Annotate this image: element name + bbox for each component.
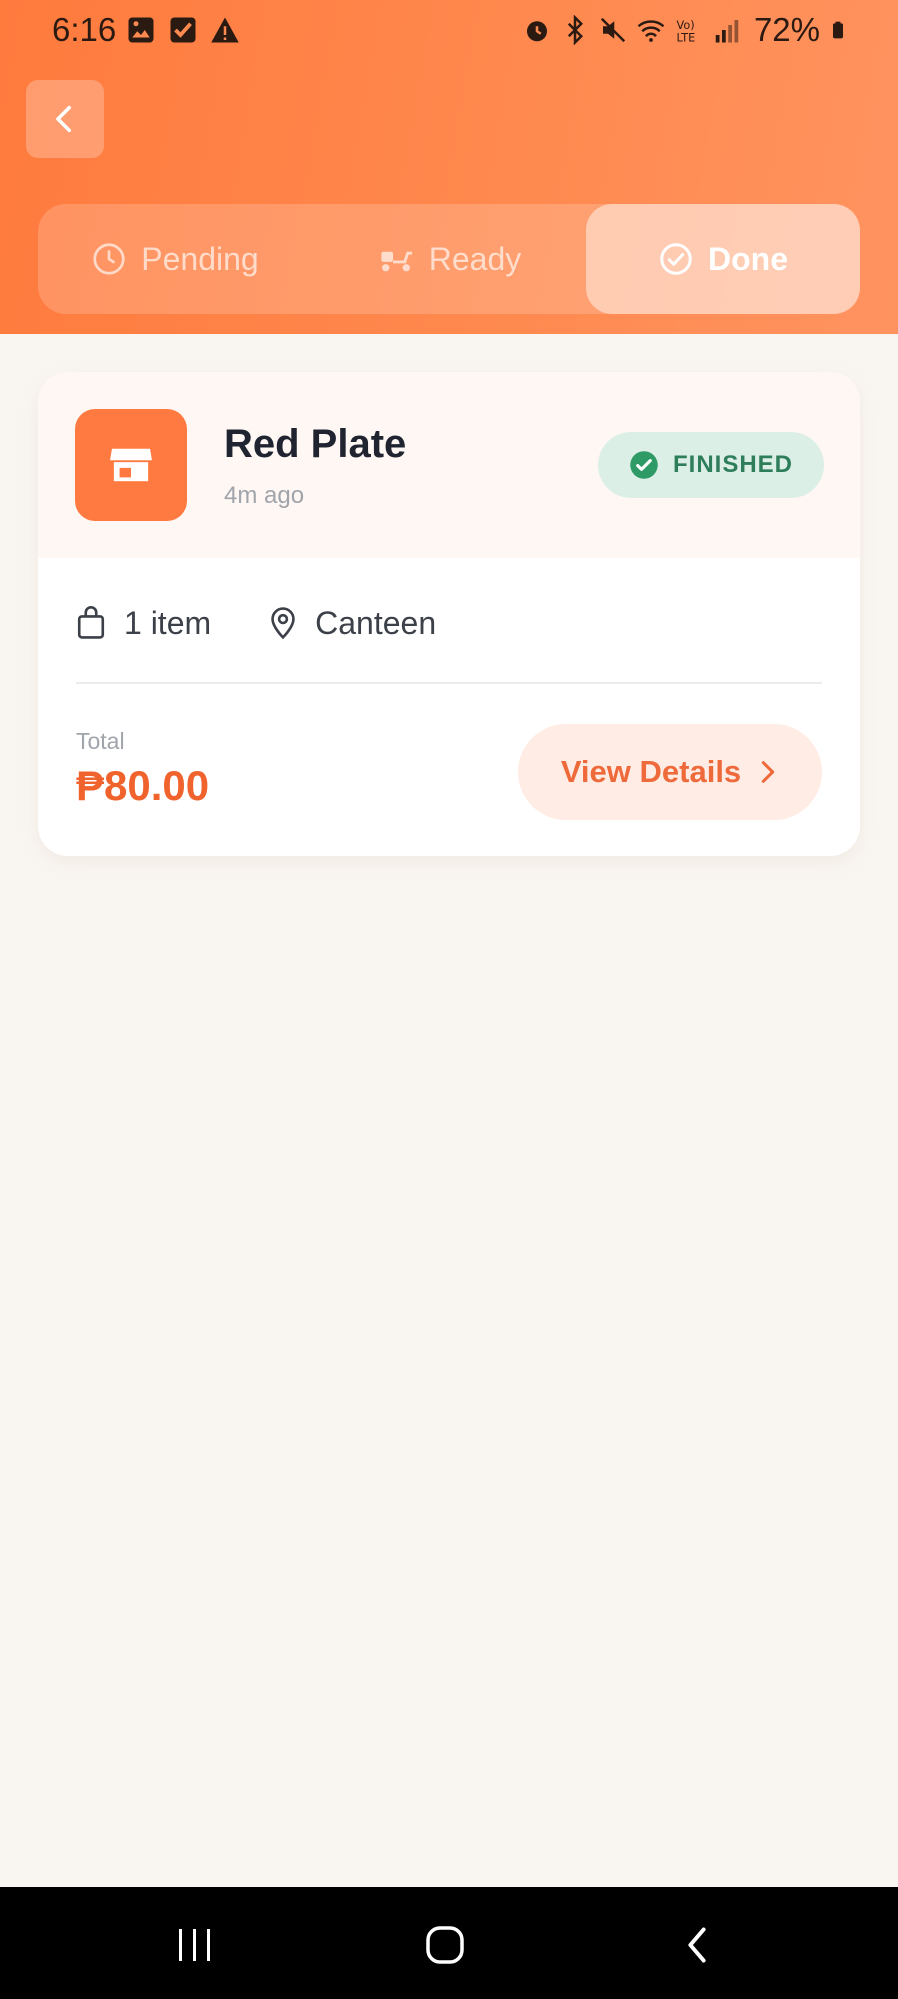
bluetooth-icon xyxy=(567,15,583,45)
image-icon xyxy=(128,17,154,43)
chevron-right-icon xyxy=(761,761,775,783)
status-time: 6:16 xyxy=(52,11,117,48)
store-name: Red Plate xyxy=(224,422,407,466)
svg-text:LTE: LTE xyxy=(676,31,695,44)
tab-pending[interactable]: Pending xyxy=(38,204,312,314)
status-left-icons xyxy=(126,15,240,45)
recents-button[interactable] xyxy=(165,1915,225,1975)
item-count: 1 item xyxy=(76,605,211,642)
battery-percent: 72% xyxy=(753,11,820,48)
home-button[interactable] xyxy=(415,1915,475,1975)
volte-icon: Vo)LTE xyxy=(676,19,695,45)
shopping-bag-icon xyxy=(77,606,105,639)
total-value: ₱80.00 xyxy=(76,762,210,809)
item-count-label: 1 item xyxy=(124,604,212,641)
check-circle-filled-icon xyxy=(630,451,658,479)
location-label: Canteen xyxy=(315,604,437,641)
status-right: Vo) LTE 72% xyxy=(522,11,848,49)
store-icon xyxy=(75,409,187,521)
tab-ready-label: Ready xyxy=(428,240,522,277)
total-label: Total xyxy=(76,728,125,754)
order-card-header: Red Plate 4m ago FINISHED xyxy=(38,372,860,558)
location-pin-icon xyxy=(271,607,295,640)
checkbox-icon xyxy=(170,17,196,43)
tab-ready[interactable]: Ready xyxy=(312,204,586,314)
chevron-left-icon xyxy=(56,105,72,133)
divider xyxy=(76,682,822,684)
alarm-icon xyxy=(526,21,547,42)
recents-icon xyxy=(179,1929,210,1961)
tab-done-label: Done xyxy=(708,240,788,277)
svg-text:Vo): Vo) xyxy=(676,19,694,32)
mute-icon xyxy=(600,17,626,43)
order-time: 4m ago xyxy=(224,482,305,509)
view-details-button[interactable]: View Details xyxy=(518,724,822,820)
order-location: Canteen xyxy=(269,605,436,642)
status-tabs: Pending Ready Done xyxy=(38,204,860,314)
home-icon xyxy=(426,1926,464,1964)
back-nav-icon xyxy=(688,1927,706,1963)
back-button[interactable] xyxy=(26,80,104,158)
signal-icon xyxy=(715,20,739,43)
clock-icon xyxy=(93,243,125,275)
check-circle-icon xyxy=(660,243,692,275)
order-meta: 1 item Canteen xyxy=(76,598,494,648)
header: 6:16 Vo) LTE 72% Pending Ready Done xyxy=(0,0,898,334)
order-card[interactable]: Red Plate 4m ago FINISHED 1 item Canteen… xyxy=(38,372,860,856)
status-badge-label: FINISHED xyxy=(672,451,793,478)
wifi-icon xyxy=(637,20,665,42)
tab-done[interactable]: Done xyxy=(586,204,860,314)
tab-pending-label: Pending xyxy=(141,240,259,277)
system-nav-bar xyxy=(0,1887,898,1999)
warning-icon xyxy=(211,17,239,43)
status-badge: FINISHED xyxy=(598,432,824,498)
battery-icon xyxy=(833,21,843,39)
scooter-icon xyxy=(381,251,412,272)
view-details-label: View Details xyxy=(560,754,742,789)
back-nav-button[interactable] xyxy=(667,1915,727,1975)
status-bar: 6:16 Vo) LTE 72% xyxy=(0,0,898,60)
